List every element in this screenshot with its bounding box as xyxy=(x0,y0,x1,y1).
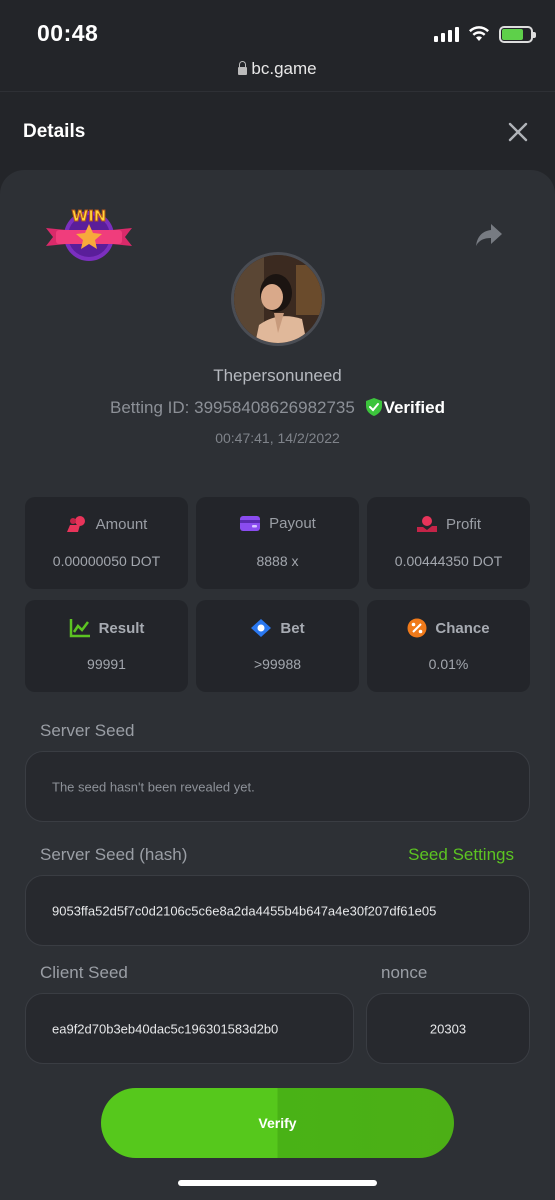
result-chart-icon xyxy=(69,619,90,638)
server-hash-label: Server Seed (hash) xyxy=(40,845,188,864)
result-value: 99991 xyxy=(87,656,126,672)
bet-value: >99988 xyxy=(253,656,302,672)
signal-icon xyxy=(434,26,459,42)
server-seed-label: Server Seed xyxy=(40,721,135,740)
nonce-field[interactable]: 20303 xyxy=(366,993,530,1064)
lock-icon xyxy=(238,61,248,75)
page-title: Details xyxy=(23,121,86,142)
chance-label: Chance xyxy=(435,619,490,637)
bet-label: Bet xyxy=(280,619,305,637)
stat-amount: Amount 0.00000050 DOT xyxy=(25,497,188,589)
betting-id-line: Betting ID: 39958408626982735 Verified xyxy=(0,398,555,418)
payout-value: 8888 x xyxy=(256,553,299,569)
nonce-value: 20303 xyxy=(429,1021,467,1036)
stat-bet: Bet >99988 xyxy=(196,600,359,692)
verified-label: Verified xyxy=(383,398,445,417)
win-badge-icon: WIN xyxy=(46,207,132,261)
stat-profit: Profit 0.00444350 DOT xyxy=(367,497,530,589)
nonce-label: nonce xyxy=(381,963,428,982)
profit-value: 0.00444350 DOT xyxy=(394,553,503,569)
server-hash-field[interactable]: 9053ffa52d5f7c0d2106c5c6e8a2da4455b4b647… xyxy=(25,875,530,946)
amount-value: 0.00000050 DOT xyxy=(52,553,161,569)
battery-icon xyxy=(499,25,536,43)
verify-button[interactable]: Verify xyxy=(101,1088,454,1158)
url-bar[interactable]: bc.game xyxy=(0,59,555,79)
client-seed-label: Client Seed xyxy=(40,963,128,982)
amount-icon xyxy=(66,516,85,532)
bet-chip-icon xyxy=(251,619,272,637)
stat-payout: Payout 8888 x xyxy=(196,497,359,589)
bet-timestamp: 00:47:41, 14/2/2022 xyxy=(215,430,340,446)
details-header: Details xyxy=(0,93,555,168)
status-icons xyxy=(434,22,536,46)
client-seed-value: ea9f2d70b3eb40dac5c196301583d2b0 xyxy=(52,1021,279,1036)
url-text: bc.game xyxy=(251,59,317,78)
betting-id-label: Betting ID: xyxy=(110,398,190,417)
result-label: Result xyxy=(98,619,145,637)
win-badge-text: WIN xyxy=(72,207,107,225)
percent-icon xyxy=(407,618,427,638)
profit-icon xyxy=(416,516,437,532)
home-indicator[interactable] xyxy=(178,1180,377,1186)
wifi-icon xyxy=(469,26,489,41)
client-seed-field[interactable]: ea9f2d70b3eb40dac5c196301583d2b0 xyxy=(25,993,354,1064)
chance-value: 0.01% xyxy=(428,656,469,672)
status-bar: 00:48 bc.game xyxy=(0,0,555,92)
server-seed-field: The seed hasn't been revealed yet. xyxy=(25,751,530,822)
status-time: 00:48 xyxy=(37,20,99,46)
close-icon[interactable] xyxy=(507,121,529,143)
server-seed-value: The seed hasn't been revealed yet. xyxy=(52,779,255,794)
payout-label: Payout xyxy=(269,515,316,532)
avatar xyxy=(231,252,325,346)
username: Thepersonuneed xyxy=(213,366,342,385)
seed-settings-link[interactable]: Seed Settings xyxy=(408,845,514,865)
betting-id-value: 39958408626982735 xyxy=(194,398,355,417)
payout-icon xyxy=(240,516,261,531)
stat-chance: Chance 0.01% xyxy=(367,600,530,692)
server-hash-value: 9053ffa52d5f7c0d2106c5c6e8a2da4455b4b647… xyxy=(52,903,437,918)
share-icon[interactable] xyxy=(475,222,503,248)
verified-shield-icon xyxy=(365,398,382,416)
stat-result: Result 99991 xyxy=(25,600,188,692)
profit-label: Profit xyxy=(445,515,481,533)
amount-label: Amount xyxy=(95,515,148,533)
